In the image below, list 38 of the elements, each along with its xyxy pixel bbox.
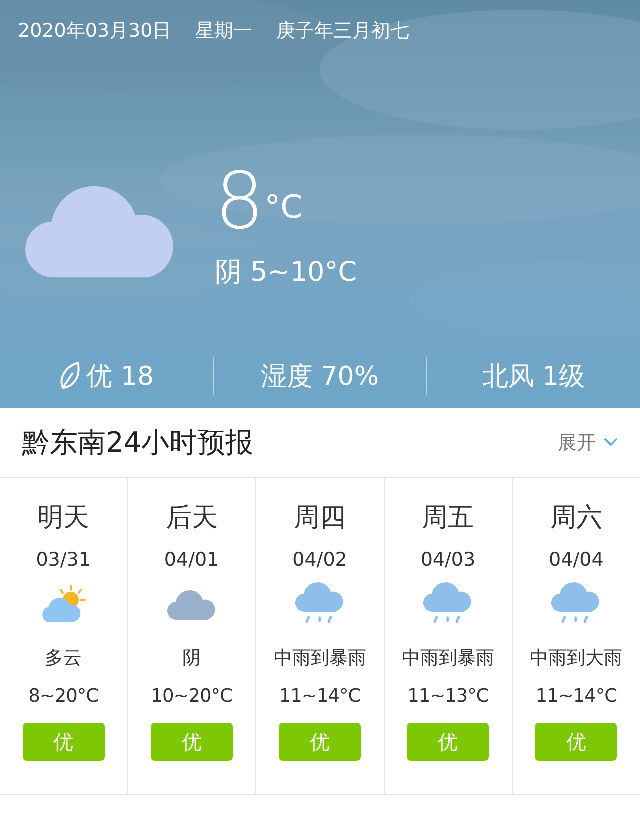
weather-reading: 湿度 70% — [260, 360, 380, 394]
current-condition: 阴 5~10°C — [215, 256, 358, 290]
current-temperature: 8 — [215, 160, 265, 244]
air-quality-badge: 优 — [535, 723, 618, 761]
day-date: 04/01 — [164, 549, 220, 571]
day-name: 后天 — [166, 502, 218, 535]
date-label: 2020年03月30日 — [18, 19, 172, 44]
day-date: 04/03 — [420, 549, 476, 571]
air-quality-badge: 优 — [22, 723, 105, 761]
day-condition: 多云 — [45, 647, 82, 670]
day-temperature: 11~13°C — [408, 686, 489, 707]
lunar-date-label: 庚子年三月初七 — [276, 19, 410, 44]
temperature-unit: °C — [264, 188, 303, 226]
day-temperature: 10~20°C — [151, 686, 232, 707]
day-date: 03/31 — [36, 549, 91, 571]
air-quality-badge: 优 — [150, 723, 233, 761]
day-date: 04/02 — [292, 549, 348, 571]
day-date: 04/04 — [549, 549, 604, 571]
day-condition: 中雨到暴雨 — [402, 647, 494, 670]
day-temperature: 11~14°C — [536, 686, 618, 707]
day-temperature: 8~20°C — [28, 686, 99, 707]
leaf-icon — [58, 361, 81, 391]
chevron-down-icon — [604, 438, 618, 447]
day-condition: 阴 — [182, 647, 202, 670]
day-condition: 中雨到暴雨 — [274, 647, 366, 670]
day-temperature: 11~14°C — [279, 686, 361, 707]
forecast-title: 黔东南24小时预报 — [22, 424, 254, 460]
day-name: 周六 — [550, 502, 602, 535]
expand-button[interactable]: 展开 — [558, 430, 618, 456]
weekday-label: 星期一 — [196, 19, 253, 44]
day-name: 周四 — [294, 502, 346, 535]
air-quality-badge: 优 — [407, 723, 490, 761]
day-name: 周五 — [422, 502, 474, 535]
air-quality-badge: 优 — [279, 723, 361, 761]
air-quality-reading: 优 18 — [86, 360, 154, 394]
day-condition: 中雨到大雨 — [530, 647, 623, 670]
weather-reading: 北风 1级 — [482, 360, 586, 394]
day-name: 明天 — [38, 502, 90, 535]
